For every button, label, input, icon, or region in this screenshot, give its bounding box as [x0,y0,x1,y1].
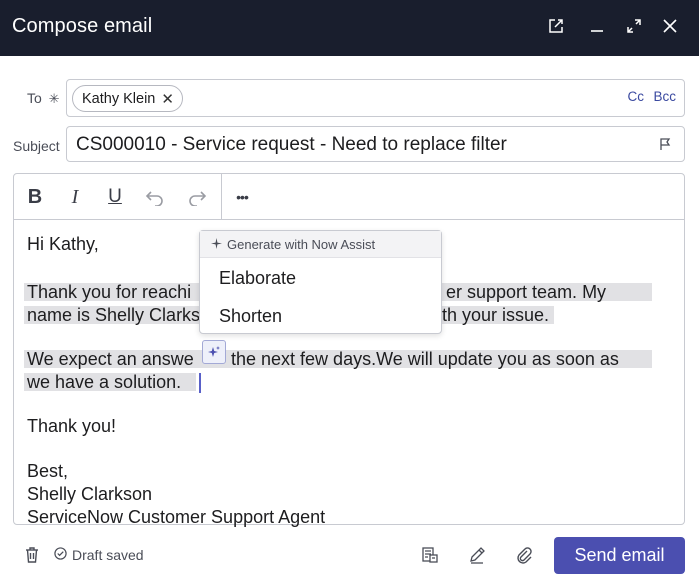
italic-button[interactable]: I [64,185,86,209]
bcc-link[interactable]: Bcc [653,89,676,104]
trash-icon[interactable] [22,545,42,565]
thanks-line: Thank you! [27,416,117,436]
cc-link[interactable]: Cc [628,89,645,104]
window-titlebar: Compose email [0,0,699,56]
subject-label: Subject [13,138,60,154]
signature-title: ServiceNow Customer Support Agent [27,507,326,527]
remove-recipient-icon[interactable]: ✕ [161,90,174,108]
attachment-icon[interactable] [514,545,534,565]
bold-button[interactable]: B [24,185,46,209]
formatting-toolbar: B I U ••• [14,174,684,220]
window-title: Compose email [12,15,153,37]
subject-value: CS000010 - Service request - Need to rep… [76,134,507,155]
now-assist-menu: Generate with Now Assist Elaborate Short… [199,230,442,334]
required-icon: ✳ [48,91,60,106]
paragraph-line: We expect an answe [27,349,194,369]
now-assist-button[interactable] [202,340,226,364]
template-icon[interactable] [420,545,440,565]
paragraph-line: ith your issue. [438,305,550,325]
paragraph-line: the next few days.We will update you as … [231,349,619,369]
recipient-chip[interactable]: Kathy Klein ✕ [72,85,183,112]
send-email-button[interactable]: Send email [554,537,685,574]
now-assist-header: Generate with Now Assist [200,231,441,258]
text-cursor [199,373,201,393]
close-icon[interactable] [656,12,684,40]
closing-line: Best, [27,461,69,481]
check-circle-icon [54,547,67,563]
edit-icon[interactable] [467,545,487,565]
draft-status: Draft saved [54,547,144,563]
sparkle-icon [211,237,222,252]
paragraph-line: name is Shelly Clarks [27,305,201,325]
more-options-button[interactable]: ••• [230,185,254,209]
paragraph-line: we have a solution. [27,372,182,392]
flag-icon[interactable] [658,137,672,156]
to-field[interactable]: Kathy Klein ✕ Cc Bcc [66,79,685,117]
greeting-line: Hi Kathy, [27,234,99,254]
redo-icon[interactable] [186,185,208,209]
toolbar-divider [221,174,222,220]
elaborate-option[interactable]: Elaborate [219,268,296,289]
paragraph-line: er support team. My [446,282,607,302]
paragraph-line: Thank you for reachi [27,282,192,302]
underline-button[interactable]: U [104,185,126,209]
minimize-icon[interactable] [583,12,611,40]
recipient-name: Kathy Klein [82,90,156,107]
undo-icon[interactable] [144,185,166,209]
signature-name: Shelly Clarkson [27,484,153,504]
to-label: To ✳ [27,90,60,106]
open-external-icon[interactable] [542,12,570,40]
shorten-option[interactable]: Shorten [219,306,282,327]
subject-input[interactable]: CS000010 - Service request - Need to rep… [66,126,685,162]
expand-icon[interactable] [620,12,648,40]
